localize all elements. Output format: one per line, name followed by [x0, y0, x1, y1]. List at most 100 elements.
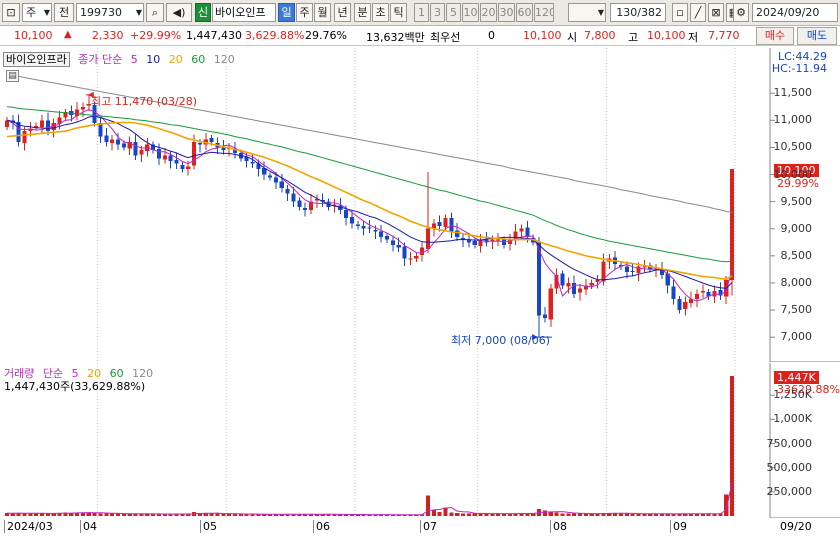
minute-tab[interactable]: 10 [462, 3, 479, 22]
volume-bar [227, 513, 232, 516]
candle [730, 169, 735, 281]
volume-bar [86, 512, 91, 516]
chevron-down-icon: ▼ [135, 8, 142, 17]
x-axis: 2024/03 04 05 06 07 08 09 09/20 [0, 518, 840, 541]
toolbar: ⊡ 주 ▼ 전 199730 ▼ ⌕ ◀) 신 바이오인프 ▼ 130/382 ▫ … [0, 0, 840, 26]
volume-bar [28, 513, 33, 516]
candle [186, 166, 191, 170]
hc-label: HC:-11.94 [771, 62, 827, 75]
candle [98, 123, 103, 137]
count-field[interactable]: 130/382 [610, 3, 666, 22]
minute-tab[interactable]: 20 [480, 3, 497, 22]
price-pane: 바이오인프라 종가 단순 5 10 20 60 120 ▤ LC:44.29 H… [0, 48, 840, 362]
volume-bar [215, 513, 220, 516]
candle [694, 293, 700, 300]
candle [22, 131, 27, 144]
candle [273, 177, 278, 183]
market-select[interactable]: 주 ▼ [22, 3, 52, 22]
period-tab[interactable]: 틱 [390, 3, 407, 22]
minute-tab[interactable]: 3 [430, 3, 445, 22]
y-tick-label: 8,500 [780, 248, 813, 262]
candle [80, 106, 85, 110]
y-tick-label: 7,500 [780, 303, 813, 317]
minute-tab[interactable]: 120 [534, 3, 554, 22]
compare-icon[interactable]: ⊠ [708, 3, 724, 22]
priority-value: 0 [488, 29, 495, 42]
up-arrow-icon: ▲ [64, 29, 72, 40]
candle [408, 258, 413, 260]
volume-bar [572, 513, 577, 516]
blank-select[interactable]: ▼ [568, 3, 606, 22]
sell-button[interactable]: 매도 [797, 27, 837, 45]
period-tab[interactable]: 일 [278, 3, 295, 22]
candle [367, 227, 372, 229]
candle [572, 282, 577, 294]
volume-bar [630, 513, 635, 516]
volume-bar [449, 512, 454, 516]
candle [355, 224, 360, 227]
minute-tab[interactable]: 1 [414, 3, 429, 22]
minute-tab[interactable]: 30 [498, 3, 515, 22]
volume-bar [730, 376, 735, 516]
new-badge[interactable]: 신 [195, 3, 211, 22]
volume-bar [461, 513, 466, 516]
period-tab[interactable]: 주 [296, 3, 313, 22]
minute-tab[interactable]: 60 [516, 3, 533, 22]
candle [297, 200, 302, 208]
candle [45, 120, 50, 132]
volume-bar [566, 513, 571, 516]
speaker-icon[interactable]: ◀) [166, 3, 192, 22]
candle [39, 120, 45, 127]
period-tab[interactable]: 년 [334, 3, 351, 22]
open-price: 7,800 [584, 29, 616, 42]
candle [291, 193, 296, 202]
volume-bar [209, 513, 214, 516]
price-change-pct: +29.99% [130, 29, 182, 42]
volume-bar [22, 513, 27, 516]
candle [209, 138, 214, 143]
candle [268, 175, 273, 178]
stock-code-input[interactable]: 199730 ▼ [76, 3, 144, 22]
volume-bar [484, 513, 489, 516]
search-icon[interactable]: ⌕ [146, 3, 164, 22]
candle [361, 226, 366, 229]
period-tab[interactable]: 분 [354, 3, 371, 22]
period-tab[interactable]: 월 [314, 3, 331, 22]
candle [542, 314, 547, 319]
candle [344, 209, 349, 218]
prev-button[interactable]: 전 [54, 3, 74, 22]
volume-bar [531, 513, 536, 516]
candle [168, 155, 173, 161]
market-label: 주 [26, 6, 37, 19]
ma10-label: 10 [146, 53, 161, 66]
candle [712, 291, 717, 297]
chart-type-icon[interactable]: ╱ [690, 3, 706, 22]
candle [396, 245, 401, 248]
stock-code-value: 199730 [80, 6, 122, 19]
ma-title: 종가 단순 [78, 53, 123, 66]
y-tick-label: 250,000 [766, 484, 813, 498]
volume-bar [542, 510, 547, 516]
volume-bar [577, 513, 583, 516]
buy-button[interactable]: 매수 [756, 27, 794, 45]
volume-bar [92, 513, 97, 516]
volume-bar [583, 513, 588, 516]
minute-tab[interactable]: 5 [446, 3, 461, 22]
chart-menu-icon[interactable]: ⊡ [2, 3, 20, 22]
gear-icon[interactable]: ⚙ [733, 3, 749, 22]
y-tick-label: 7,000 [780, 330, 813, 344]
candle [285, 189, 290, 194]
period-tab[interactable]: 초 [372, 3, 389, 22]
x-tick-label: 08 [550, 520, 567, 533]
candle [443, 217, 448, 228]
candle [624, 266, 629, 273]
current-price: 10,100 [14, 29, 53, 42]
y-tick-label: 10,000 [773, 167, 813, 181]
ma5-label: 5 [130, 53, 138, 66]
table-icon[interactable]: ▤ [6, 70, 19, 82]
candle [197, 143, 202, 145]
turnover: 29.76% [305, 29, 347, 42]
pin-icon[interactable]: ▫ [672, 3, 688, 22]
date-field[interactable]: 2024/09/20 [752, 3, 838, 22]
candle [595, 280, 600, 282]
